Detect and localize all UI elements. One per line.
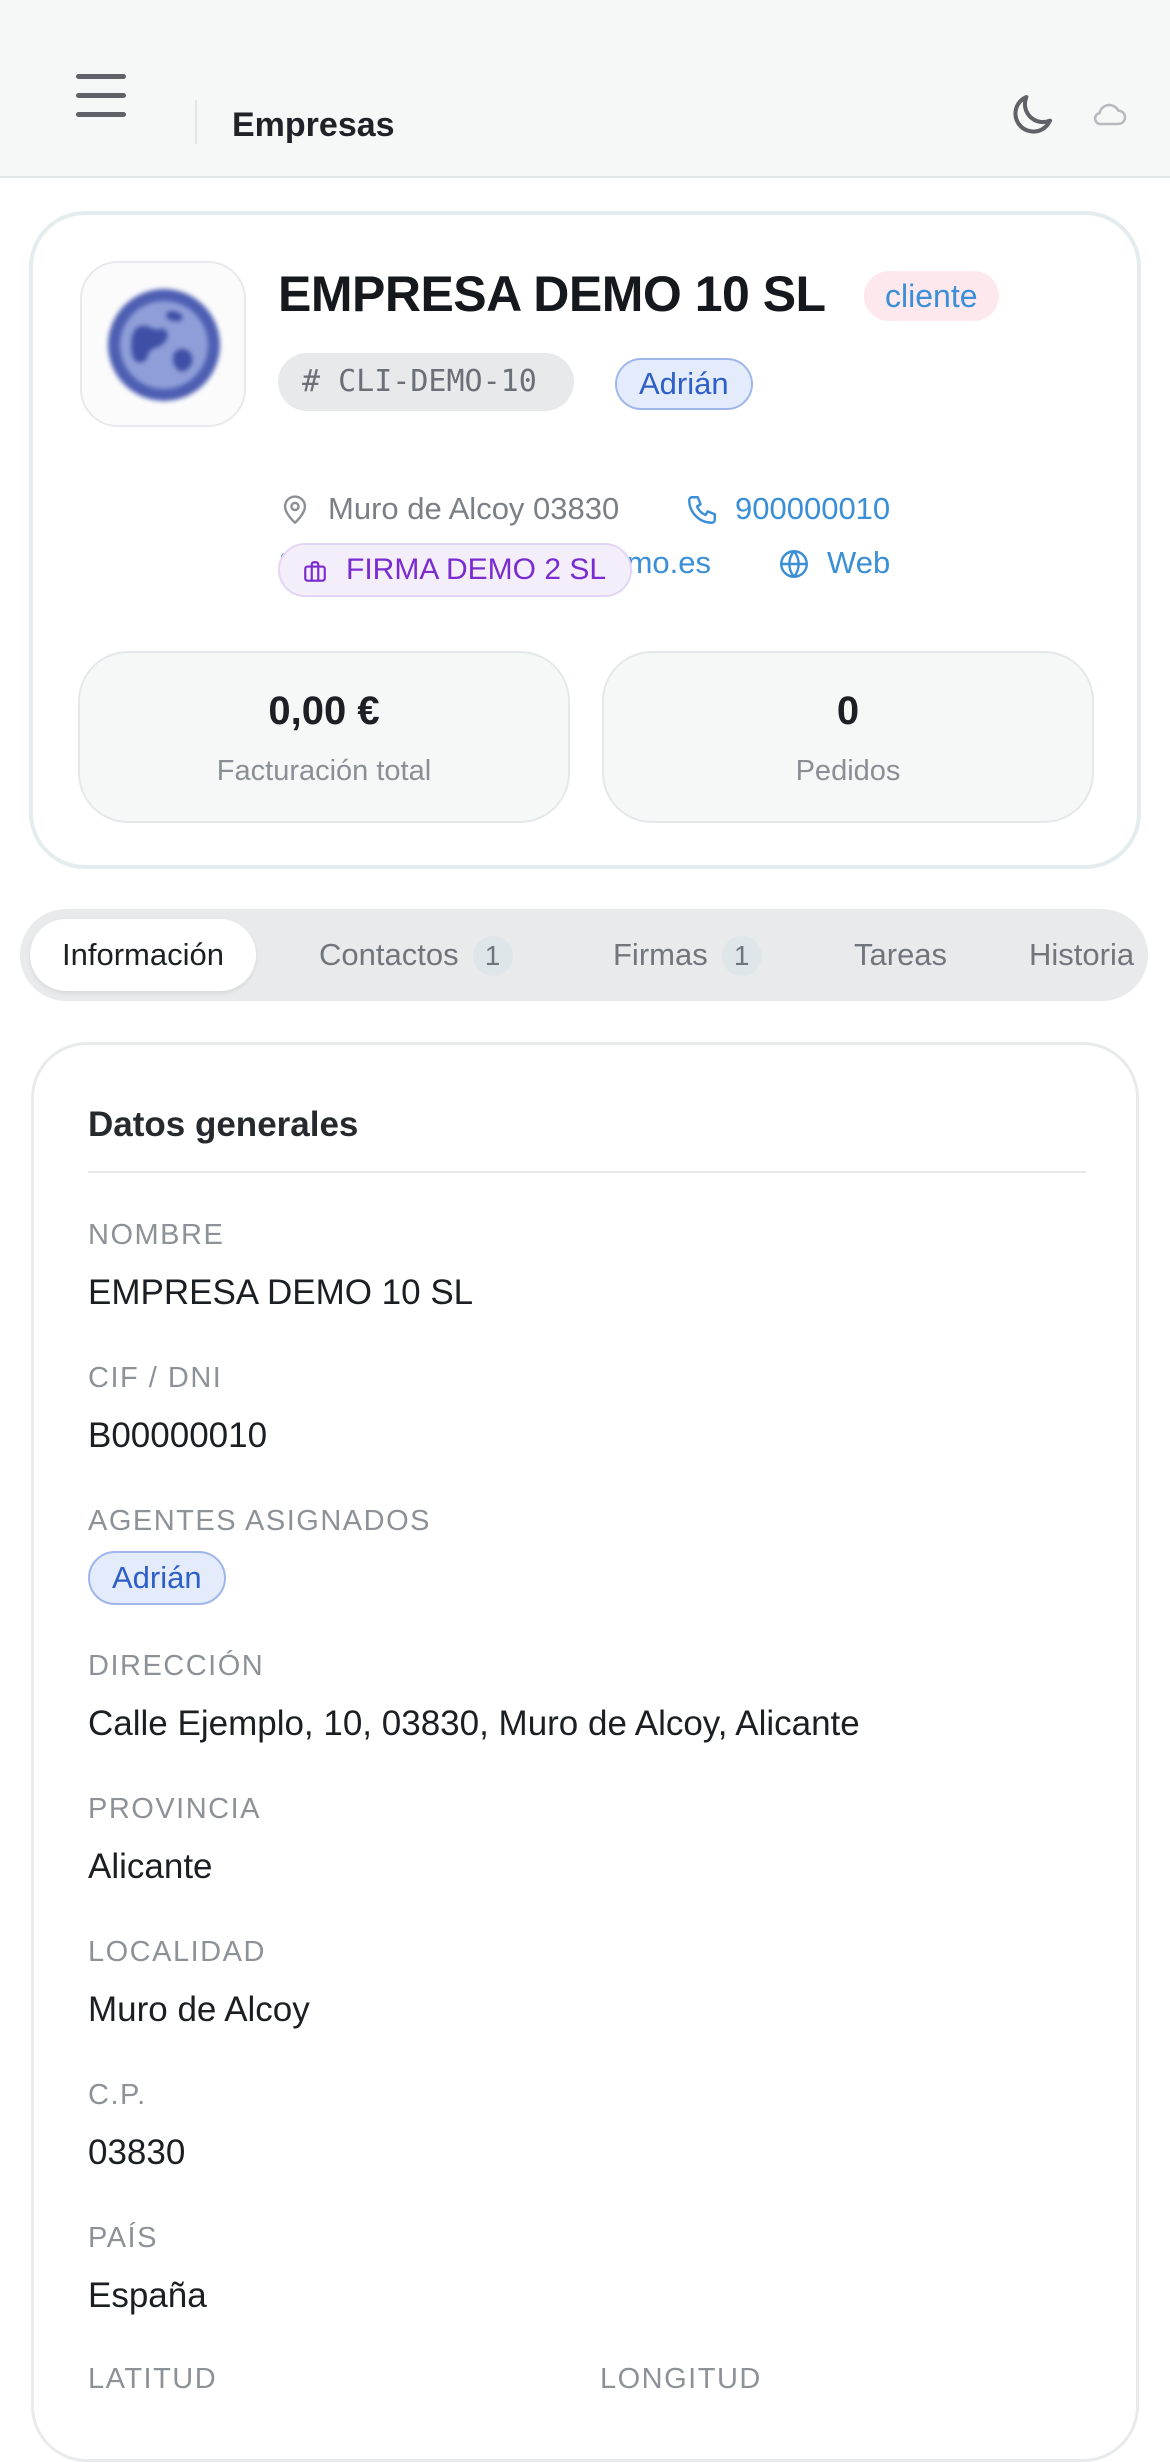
tab-tareas[interactable]: Tareas: [854, 919, 947, 991]
section-title: Datos generales: [88, 1105, 359, 1144]
field-value-nombre: EMPRESA DEMO 10 SL: [88, 1273, 474, 1312]
stat-label: Facturación total: [216, 755, 432, 787]
cloud-icon: [1093, 103, 1127, 126]
stat-value: 0: [836, 689, 860, 733]
globe-icon: [780, 550, 808, 578]
field-value-cp: 03830: [88, 2133, 186, 2172]
map-pin-icon: [283, 495, 307, 524]
general-data-card: Datos generales NOMBRE EMPRESA DEMO 10 S…: [31, 1042, 1139, 2462]
header-divider: [195, 100, 197, 144]
tab-contactos[interactable]: Contactos 1: [319, 919, 513, 991]
field-value-direccion: Calle Ejemplo, 10, 03830, Muro de Alcoy,…: [88, 1704, 860, 1743]
company-logo: [80, 261, 246, 427]
tab-label: Historia: [1029, 937, 1135, 972]
stat-label: Pedidos: [795, 755, 901, 787]
field-label-agentes: AGENTES ASIGNADOS: [88, 1505, 431, 1537]
field-label-longitud: LONGITUD: [600, 2363, 762, 2395]
tab-historia[interactable]: Historia: [1029, 919, 1134, 991]
field-value-cif: B00000010: [88, 1416, 268, 1455]
phone-text: 900000010: [735, 491, 891, 526]
company-summary-card: EMPRESA DEMO 10 SL cliente # CLI-DEMO-10…: [29, 211, 1141, 869]
tab-count-badge: 1: [472, 936, 513, 976]
location-text: Muro de Alcoy 03830: [328, 491, 620, 526]
stat-value: 0,00 €: [268, 689, 380, 733]
hamburger-icon-line: [76, 74, 126, 79]
field-label-cif: CIF / DNI: [88, 1362, 223, 1394]
tab-firmas[interactable]: Firmas 1: [613, 919, 762, 991]
tab-label: Tareas: [854, 937, 948, 972]
sync-status-button[interactable]: [1090, 96, 1130, 132]
firma-badge[interactable]: FIRMA DEMO 2 SL: [278, 543, 633, 597]
field-value-localidad: Muro de Alcoy: [88, 1990, 310, 2029]
status-badge: cliente: [864, 271, 999, 321]
field-label-latitud: LATITUD: [88, 2363, 218, 2395]
top-bar: Empresas: [0, 0, 1170, 178]
tab-count-badge: 1: [721, 936, 762, 976]
field-label-cp: C.P.: [88, 2079, 147, 2111]
page-title: Empresas: [232, 106, 395, 144]
field-label-localidad: LOCALIDAD: [88, 1936, 266, 1968]
field-label-pais: PAÍS: [88, 2222, 158, 2254]
stat-facturacion: 0,00 € Facturación total: [78, 651, 570, 823]
field-label-direccion: DIRECCIÓN: [88, 1650, 265, 1682]
field-label-nombre: NOMBRE: [88, 1219, 225, 1251]
menu-button[interactable]: [60, 62, 142, 134]
detail-tabs: Información Contactos 1 Firmas 1 Tareas Hi…: [20, 909, 1148, 1001]
globe-logo-icon: [108, 289, 220, 401]
tab-informacion[interactable]: Información: [30, 919, 256, 991]
section-divider: [88, 1171, 1086, 1173]
tab-label: Información: [62, 937, 224, 972]
tab-label: Firmas: [613, 937, 708, 972]
field-value-pais: España: [88, 2276, 207, 2315]
field-value-provincia: Alicante: [88, 1847, 213, 1886]
web-text: Web: [827, 545, 891, 580]
hamburger-icon-line: [76, 112, 126, 117]
theme-toggle-button[interactable]: [1005, 88, 1059, 142]
hamburger-icon-line: [76, 93, 126, 98]
client-code-badge: # CLI-DEMO-10: [278, 353, 574, 411]
briefcase-icon: [304, 561, 326, 582]
assigned-agent-badge[interactable]: Adrián: [615, 358, 753, 410]
stat-pedidos: 0 Pedidos: [602, 651, 1094, 823]
assigned-agent-pill[interactable]: Adrián: [88, 1551, 226, 1605]
moon-icon: [1013, 94, 1053, 134]
firma-badge-label: FIRMA DEMO 2 SL: [346, 553, 607, 586]
field-label-provincia: PROVINCIA: [88, 1793, 262, 1825]
phone-icon: [688, 496, 716, 524]
tab-label: Contactos: [319, 937, 459, 972]
company-name: EMPRESA DEMO 10 SL: [278, 266, 826, 322]
